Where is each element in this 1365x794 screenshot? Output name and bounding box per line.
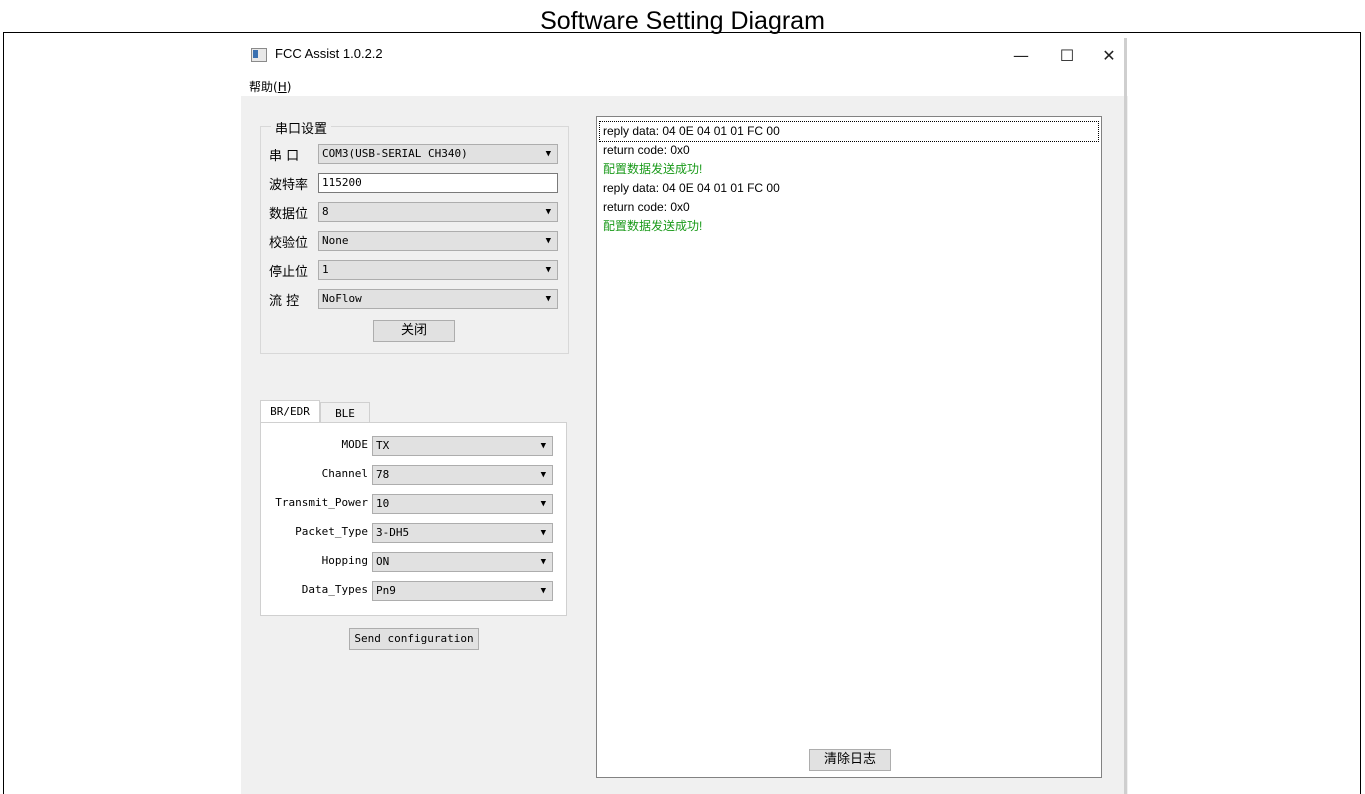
app-window: FCC Assist 1.0.2.2 — ☐ ✕ 帮助(H) 串口设置 串 口 …	[241, 38, 1128, 794]
data-types-select[interactable]: Pn9 ▼	[372, 581, 553, 601]
chevron-down-icon: ▼	[540, 441, 546, 451]
flow-value: NoFlow	[322, 292, 362, 305]
hopping-value: ON	[376, 555, 390, 568]
log-line: return code: 0x0	[603, 200, 690, 214]
mode-value: TX	[376, 439, 390, 452]
log-line-success: 配置数据发送成功!	[603, 162, 703, 176]
power-value: 10	[376, 497, 390, 510]
menu-help-label: 帮助(	[249, 80, 278, 94]
flow-select[interactable]: NoFlow ▼	[318, 289, 558, 309]
mode-label: MODE	[341, 438, 369, 451]
mode-select[interactable]: TX ▼	[372, 436, 553, 456]
minimize-button[interactable]: —	[998, 42, 1044, 70]
send-configuration-button[interactable]: Send configuration	[349, 628, 479, 650]
flow-label: 流 控	[269, 294, 300, 309]
window-title: FCC Assist 1.0.2.2	[275, 46, 383, 61]
tab-ble[interactable]: BLE	[320, 402, 370, 424]
menu-help[interactable]: 帮助(H)	[249, 78, 291, 95]
databits-label: 数据位	[269, 207, 309, 222]
packet-type-value: 3-DH5	[376, 526, 410, 539]
chevron-down-icon: ▼	[540, 586, 546, 596]
chevron-down-icon: ▼	[540, 528, 546, 538]
parity-label: 校验位	[269, 236, 309, 251]
serial-settings-title: 串口设置	[271, 118, 332, 137]
chevron-down-icon: ▼	[540, 470, 546, 480]
tab-br-edr[interactable]: BR/EDR	[260, 400, 320, 423]
chevron-down-icon: ▼	[545, 265, 551, 275]
packet-type-label: Packet_Type	[295, 525, 368, 538]
menu-bar: 帮助(H)	[241, 74, 1128, 96]
packet-type-select[interactable]: 3-DH5 ▼	[372, 523, 553, 543]
channel-label: Channel	[321, 467, 368, 480]
menu-help-accelerator: H	[277, 80, 287, 94]
maximize-button[interactable]: ☐	[1044, 42, 1090, 70]
baud-input[interactable]: 115200	[318, 173, 558, 193]
channel-value: 78	[376, 468, 390, 481]
port-select[interactable]: COM3(USB-SERIAL CH340) ▼	[318, 144, 558, 164]
log-line: reply data: 04 0E 04 01 01 FC 00	[603, 181, 780, 195]
title-bar[interactable]: FCC Assist 1.0.2.2 — ☐ ✕	[241, 38, 1128, 74]
figure-frame-right	[1360, 32, 1361, 794]
chevron-down-icon: ▼	[545, 236, 551, 246]
log-line-success: 配置数据发送成功!	[603, 219, 703, 233]
parity-select[interactable]: None ▼	[318, 231, 558, 251]
data-types-value: Pn9	[376, 584, 396, 597]
stopbits-value: 1	[322, 263, 329, 276]
port-value: COM3(USB-SERIAL CH340)	[322, 147, 468, 160]
chevron-down-icon: ▼	[540, 557, 546, 567]
data-types-label: Data_Types	[301, 583, 368, 596]
chevron-down-icon: ▼	[545, 149, 551, 159]
chevron-down-icon: ▼	[545, 294, 551, 304]
hopping-select[interactable]: ON ▼	[372, 552, 553, 572]
port-label: 串 口	[269, 149, 300, 164]
stopbits-label: 停止位	[269, 265, 309, 280]
power-select[interactable]: 10 ▼	[372, 494, 553, 514]
log-line: reply data: 04 0E 04 01 01 FC 00	[599, 121, 1099, 142]
databits-value: 8	[322, 205, 329, 218]
figure-title: Software Setting Diagram	[540, 7, 825, 35]
stopbits-select[interactable]: 1 ▼	[318, 260, 558, 280]
close-port-button[interactable]: 关闭	[373, 320, 455, 342]
chevron-down-icon: ▼	[540, 499, 546, 509]
baud-label: 波特率	[269, 178, 309, 193]
clear-log-button[interactable]: 清除日志	[809, 749, 891, 771]
hopping-label: Hopping	[321, 554, 368, 567]
window-edge	[1124, 38, 1127, 794]
menu-help-close: )	[286, 80, 292, 94]
log-line: return code: 0x0	[603, 143, 690, 157]
power-label: Transmit_Power	[275, 496, 368, 509]
chevron-down-icon: ▼	[545, 207, 551, 217]
figure-frame-left	[3, 32, 4, 794]
app-icon	[251, 48, 267, 62]
channel-select[interactable]: 78 ▼	[372, 465, 553, 485]
databits-select[interactable]: 8 ▼	[318, 202, 558, 222]
log-output[interactable]: reply data: 04 0E 04 01 01 FC 00 return …	[596, 116, 1102, 778]
parity-value: None	[322, 234, 349, 247]
